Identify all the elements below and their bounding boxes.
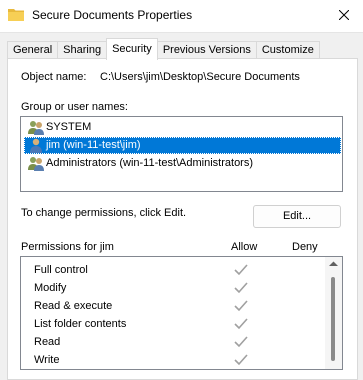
- list-item: List folder contents: [21, 315, 321, 333]
- close-icon: [339, 10, 349, 20]
- chevron-up-icon[interactable]: [329, 261, 338, 267]
- list-item: Full control: [21, 261, 321, 279]
- group-user-list[interactable]: SYSTEM jim (win-11-test\jim) Administrat…: [20, 116, 343, 192]
- user-name: SYSTEM: [46, 121, 92, 133]
- folder-icon: [8, 7, 24, 21]
- allow-check-icon: [234, 318, 248, 330]
- user-icon: [28, 138, 44, 153]
- title-bar: Secure Documents Properties: [0, 0, 363, 33]
- change-permissions-text: To change permissions, click Edit.: [21, 207, 187, 219]
- users-icon: [28, 120, 44, 135]
- allow-check-icon: [234, 336, 248, 348]
- list-item-system[interactable]: SYSTEM: [24, 119, 341, 136]
- scroll-thumb[interactable]: [331, 277, 335, 361]
- permission-name: Full control: [34, 264, 88, 276]
- list-item-administrators[interactable]: Administrators (win-11-test\Administrato…: [24, 155, 341, 172]
- group-names-label: Group or user names:: [21, 101, 128, 113]
- allow-check-icon: [234, 354, 248, 366]
- object-name-value: C:\Users\jim\Desktop\Secure Documents: [100, 71, 300, 83]
- list-item: Modify: [21, 279, 321, 297]
- user-name: Administrators (win-11-test\Administrato…: [46, 157, 254, 169]
- permissions-list: Full control Modify Read & execute List …: [20, 256, 343, 370]
- allow-check-icon: [234, 264, 248, 276]
- close-button[interactable]: [335, 6, 353, 24]
- permission-name: Read: [34, 336, 61, 348]
- window-title: Secure Documents Properties: [32, 8, 193, 22]
- list-item: Read: [21, 333, 321, 351]
- permission-name: List folder contents: [34, 318, 127, 330]
- deny-header: Deny: [292, 241, 318, 253]
- permission-name: Read & execute: [34, 300, 113, 312]
- list-item-jim[interactable]: jim (win-11-test\jim): [24, 137, 341, 154]
- allow-check-icon: [234, 300, 248, 312]
- allow-check-icon: [234, 282, 248, 294]
- allow-header: Allow: [231, 241, 258, 253]
- list-item: Read & execute: [21, 297, 321, 315]
- tab-security[interactable]: Security: [106, 38, 158, 60]
- permission-name: Write: [34, 354, 60, 366]
- users-icon: [28, 156, 44, 171]
- user-name: jim (win-11-test\jim): [46, 139, 141, 151]
- scrollbar[interactable]: [325, 257, 342, 369]
- permission-name: Modify: [34, 282, 67, 294]
- object-name-label: Object name:: [21, 71, 87, 83]
- edit-button[interactable]: Edit...: [253, 205, 341, 228]
- permissions-label: Permissions for jim: [21, 241, 114, 253]
- list-item: Write: [21, 351, 321, 369]
- tab-strip: General Sharing Security Previous Versio…: [7, 38, 320, 60]
